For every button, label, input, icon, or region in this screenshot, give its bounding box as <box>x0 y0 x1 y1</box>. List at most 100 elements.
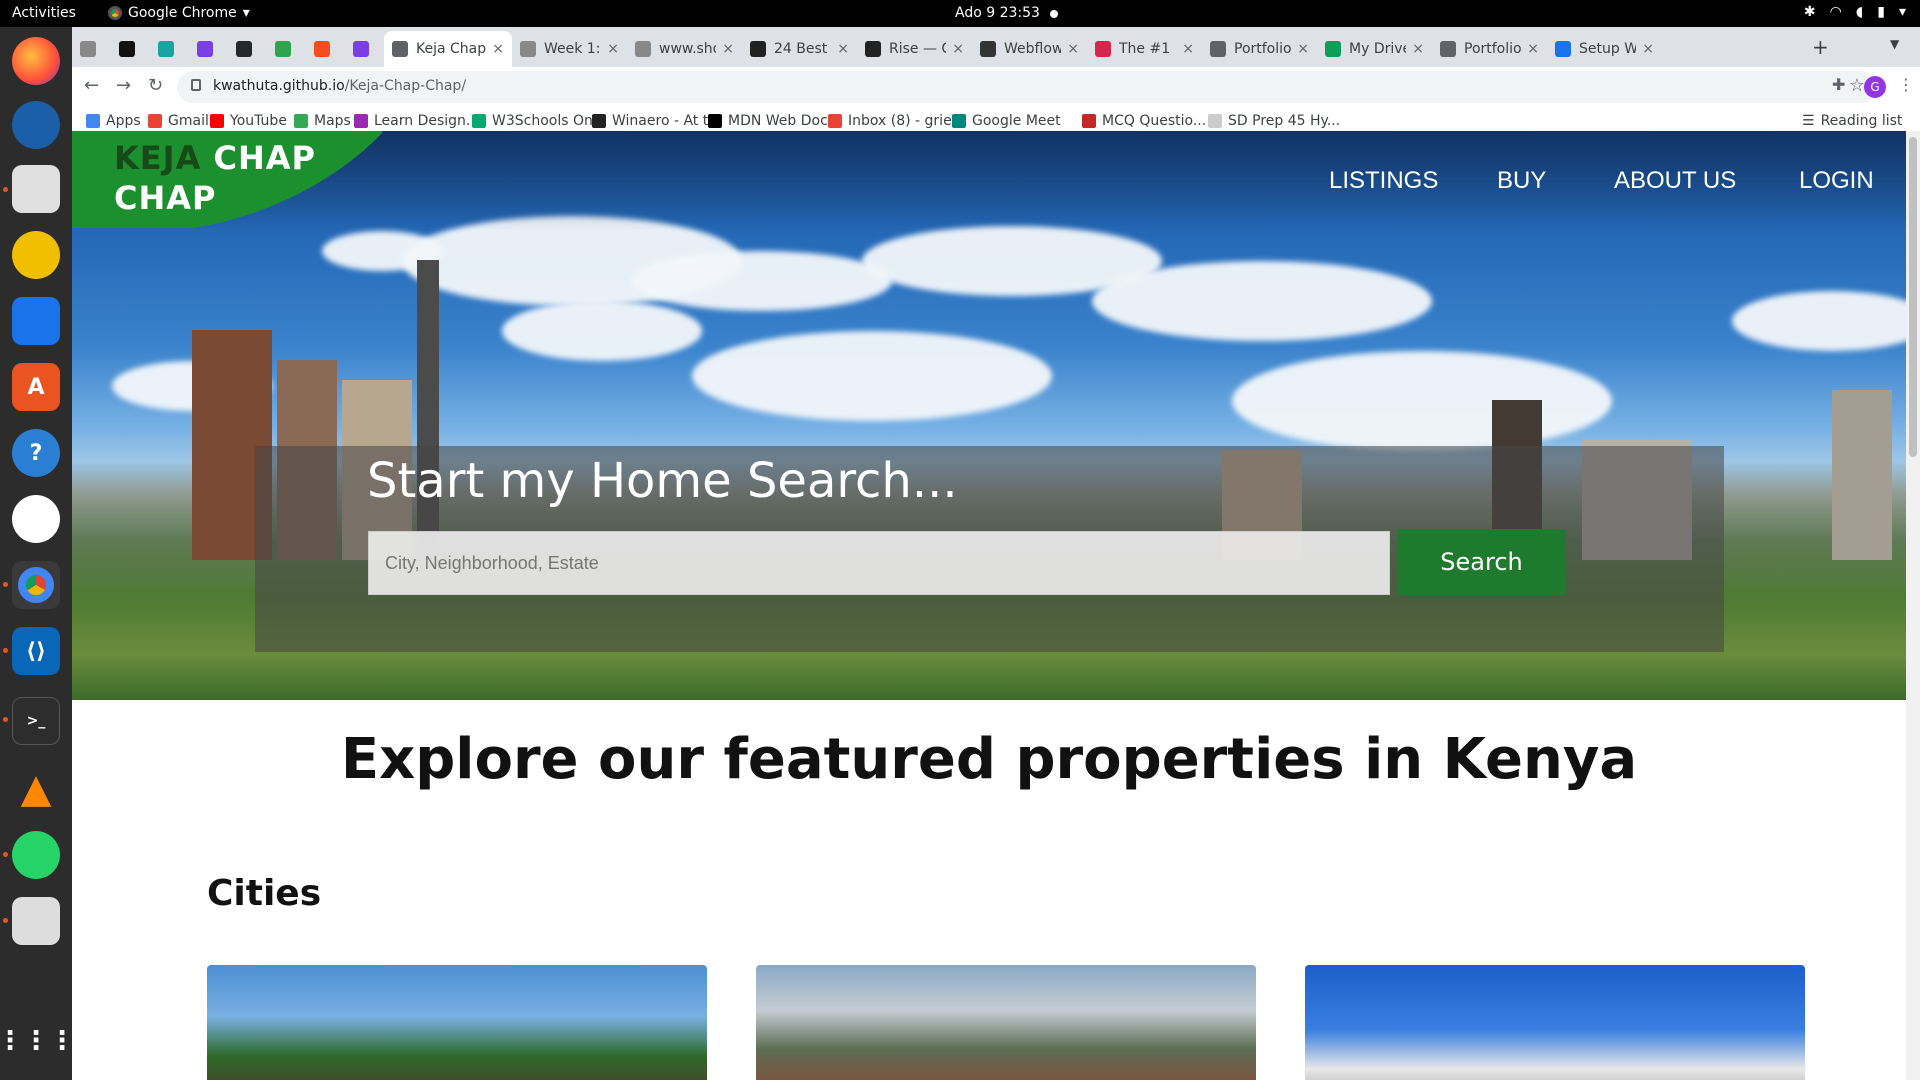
browser-tab[interactable] <box>72 31 111 67</box>
location-search-input[interactable] <box>368 531 1390 595</box>
bookmark-item[interactable]: Gmail <box>148 113 209 129</box>
vscode-icon[interactable]: ⟨⟩ <box>12 627 60 675</box>
tab-title: Portfolio <box>1464 41 1522 57</box>
tab-close-icon[interactable]: × <box>492 41 504 57</box>
nav-buy[interactable]: BUY <box>1497 167 1546 195</box>
chevron-down-icon: ▾ <box>242 5 250 21</box>
browser-tab[interactable] <box>228 31 267 67</box>
nav-about-us[interactable]: ABOUT US <box>1614 167 1736 195</box>
browser-tab[interactable] <box>345 31 384 67</box>
browser-tab[interactable]: Week 1: I × <box>512 31 627 67</box>
tab-active[interactable]: Keja Chap × <box>384 31 512 67</box>
city-card[interactable] <box>756 965 1256 1080</box>
tab-close-icon[interactable]: × <box>1527 41 1539 57</box>
bookmark-item[interactable]: SD Prep 45 Hy... <box>1208 113 1340 129</box>
tab-close-icon[interactable]: × <box>722 41 734 57</box>
bookmark-item[interactable]: Google Meet <box>952 113 1061 129</box>
bookmark-item[interactable]: Maps <box>294 113 351 129</box>
browser-tab[interactable] <box>150 31 189 67</box>
bookmark-item[interactable]: Learn Design... <box>354 113 479 129</box>
thunderbird-icon[interactable] <box>12 101 60 149</box>
new-tab-button[interactable]: + <box>1812 35 1829 59</box>
url-text[interactable]: kwathuta.github.io/Keja-Chap-Chap/ <box>213 78 466 94</box>
slack-tray-icon[interactable]: ✱ <box>1804 4 1816 20</box>
scrollbar-thumb[interactable] <box>1909 137 1917 457</box>
tab-close-icon[interactable]: × <box>1412 41 1424 57</box>
browser-tab[interactable]: The #1 Fr × <box>1087 31 1202 67</box>
help-icon[interactable]: ? <box>12 429 60 477</box>
profile-avatar[interactable]: G <box>1864 76 1886 98</box>
tab-close-icon[interactable]: × <box>837 41 849 57</box>
tab-close-icon[interactable]: × <box>1642 41 1654 57</box>
tab-search-icon[interactable]: ▼ <box>1890 37 1899 51</box>
chrome-dock-icon[interactable] <box>12 561 60 609</box>
city-card-nairobi[interactable] <box>207 965 707 1080</box>
writer-icon[interactable] <box>12 297 60 345</box>
browser-tab[interactable]: Webflow × <box>972 31 1087 67</box>
tab-close-icon[interactable]: × <box>607 41 619 57</box>
browser-tab[interactable]: Rise — Cr × <box>857 31 972 67</box>
wifi-icon[interactable]: ◠ <box>1830 4 1842 20</box>
bookmark-item[interactable]: MCQ Questio... <box>1082 113 1206 129</box>
reading-list[interactable]: ☰ Reading list <box>1802 113 1902 129</box>
browser-tab[interactable]: www.sho × <box>627 31 742 67</box>
vlc-icon[interactable]: ▲ <box>12 765 60 813</box>
power-menu-icon[interactable]: ▾ <box>1899 4 1906 20</box>
browser-tab[interactable]: Setup We × <box>1547 31 1662 67</box>
terminal-icon[interactable]: >_ <box>12 697 60 745</box>
reload-icon[interactable]: ↻ <box>148 75 163 96</box>
clock[interactable]: Ado 9 23:53 <box>955 5 1040 21</box>
forward-icon[interactable]: → <box>116 75 131 96</box>
volume-icon[interactable]: ◖ <box>1856 4 1863 20</box>
browser-tab[interactable]: Portfolio × <box>1202 31 1317 67</box>
system-tray[interactable]: ✱ ◠ ◖ ▮ ▾ <box>1804 4 1906 20</box>
bookmark-item[interactable]: YouTube <box>210 113 287 129</box>
show-apps-icon[interactable]: ⋮⋮⋮ <box>0 1017 75 1065</box>
address-bar[interactable]: kwathuta.github.io/Keja-Chap-Chap/ ☆ <box>177 71 1877 103</box>
bookmark-item[interactable]: W3Schools On... <box>472 113 606 129</box>
lock-icon[interactable] <box>191 79 201 91</box>
tab-favicon-icon <box>80 41 96 57</box>
tab-favicon-icon <box>119 41 135 57</box>
tab-close-icon[interactable]: × <box>1067 41 1079 57</box>
browser-tab[interactable] <box>111 31 150 67</box>
bookmark-label: YouTube <box>230 113 287 129</box>
browser-tab[interactable]: 24 Best P × <box>742 31 857 67</box>
search-title: Start my Home Search... <box>367 453 958 509</box>
activities-button[interactable]: Activities <box>12 5 76 21</box>
battery-icon[interactable]: ▮ <box>1877 4 1885 20</box>
tab-close-icon[interactable]: × <box>952 41 964 57</box>
software-center-icon[interactable]: A <box>12 363 60 411</box>
browser-tab[interactable]: My Drive × <box>1317 31 1432 67</box>
nav-login[interactable]: LOGIN <box>1799 167 1874 195</box>
search-button[interactable]: Search <box>1397 529 1566 595</box>
hero-banner: KEJA CHAP CHAP LISTINGS BUY ABOUT US LOG… <box>72 131 1906 700</box>
search-tool-icon[interactable] <box>12 897 60 945</box>
firefox-icon[interactable] <box>12 37 60 85</box>
city-card-mombasa[interactable] <box>1305 965 1805 1080</box>
browser-tab[interactable] <box>267 31 306 67</box>
tab-favicon-icon <box>314 41 330 57</box>
bookmark-item[interactable]: Apps <box>86 113 141 129</box>
running-indicator <box>3 852 8 857</box>
app-menu[interactable]: Google Chrome ▾ <box>108 5 250 21</box>
browser-tab[interactable] <box>306 31 345 67</box>
browser-tab[interactable]: Portfolio × <box>1432 31 1547 67</box>
browser-tab[interactable] <box>189 31 228 67</box>
bookmark-item[interactable]: Inbox (8) - grie... <box>828 113 965 129</box>
rhythmbox-icon[interactable] <box>12 231 60 279</box>
bookmark-item[interactable]: MDN Web Docs <box>708 113 835 129</box>
slack-icon[interactable] <box>12 495 60 543</box>
whatsapp-icon[interactable] <box>12 831 60 879</box>
extensions-icon[interactable]: ✚ <box>1832 75 1845 94</box>
tab-close-icon[interactable]: × <box>1182 41 1194 57</box>
bookmark-star-icon[interactable]: ☆ <box>1849 75 1865 96</box>
page-scrollbar[interactable] <box>1906 131 1920 1080</box>
tab-close-icon[interactable]: × <box>1297 41 1309 57</box>
back-icon[interactable]: ← <box>84 75 99 96</box>
nav-listings[interactable]: LISTINGS <box>1329 167 1438 195</box>
bookmark-item[interactable]: Winaero - At t... <box>592 113 722 129</box>
menu-icon[interactable]: ⋮ <box>1898 75 1914 94</box>
files-icon[interactable] <box>12 165 60 213</box>
bookmark-label: Learn Design... <box>374 113 480 129</box>
